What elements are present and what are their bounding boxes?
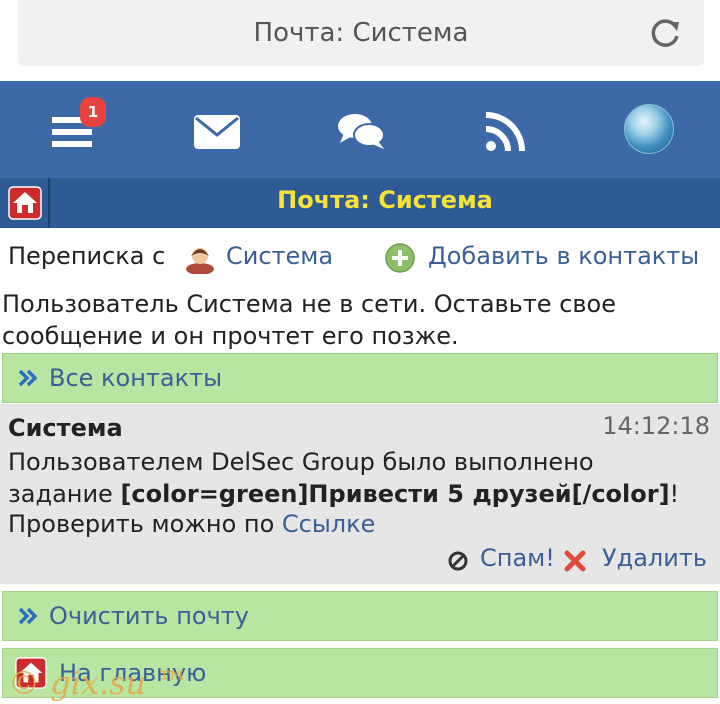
offline-notice-line2: сообщение и он прочтет его позже.: [2, 322, 459, 350]
spam-button[interactable]: Спам!: [480, 544, 555, 572]
user-icon: [186, 248, 214, 274]
offline-notice-line1: Пользователь Система не в сети. Оставьте…: [2, 290, 616, 318]
chat-icon[interactable]: [334, 103, 390, 159]
watermark: © gix.su ™: [8, 664, 189, 702]
user-avatar[interactable]: [624, 104, 674, 154]
message-author: Система: [8, 414, 123, 442]
all-contacts-button[interactable]: Все контакты: [2, 353, 718, 403]
message-line2-prefix: задание: [8, 480, 121, 508]
message-card: Система 14:12:18 Пользователем DelSec Gr…: [0, 404, 720, 584]
conversation-label: Переписка с: [8, 242, 166, 270]
browser-title-bar: Почта: Система: [18, 0, 704, 66]
message-time: 14:12:18: [602, 412, 710, 440]
mail-icon[interactable]: [190, 103, 246, 159]
message-line1: Пользователем DelSec Group было выполнен…: [8, 448, 594, 476]
add-contact-link[interactable]: Добавить в контакты: [428, 242, 699, 270]
delete-icon[interactable]: [562, 548, 588, 574]
double-chevron-right-icon: [18, 607, 38, 625]
all-contacts-label: Все контакты: [49, 364, 223, 392]
add-icon[interactable]: [384, 242, 416, 274]
rss-icon[interactable]: [478, 103, 534, 159]
block-icon: [448, 551, 468, 571]
message-line3: Проверить можно по Ссылке: [8, 510, 375, 538]
reload-icon[interactable]: [648, 16, 682, 50]
message-line2-suffix: !: [669, 480, 680, 508]
page-title: Почта: Система: [277, 186, 493, 214]
top-nav-bar: 1: [0, 81, 720, 178]
clear-mail-button[interactable]: Очистить почту: [2, 591, 718, 641]
message-line2: задание [color=green]Привести 5 друзей[/…: [8, 480, 679, 508]
double-chevron-right-icon: [18, 369, 38, 387]
delete-button[interactable]: Удалить: [602, 544, 707, 572]
message-bold-text: [color=green]Привести 5 друзей[/color]: [120, 480, 670, 508]
home-icon[interactable]: [8, 186, 42, 220]
notification-badge: 1: [80, 97, 106, 127]
contact-link[interactable]: Система: [226, 242, 333, 270]
clear-mail-label: Очистить почту: [49, 602, 249, 630]
message-line3-prefix: Проверить можно по: [8, 510, 282, 538]
browser-title: Почта: Система: [253, 18, 469, 48]
message-link[interactable]: Ссылке: [282, 510, 376, 538]
